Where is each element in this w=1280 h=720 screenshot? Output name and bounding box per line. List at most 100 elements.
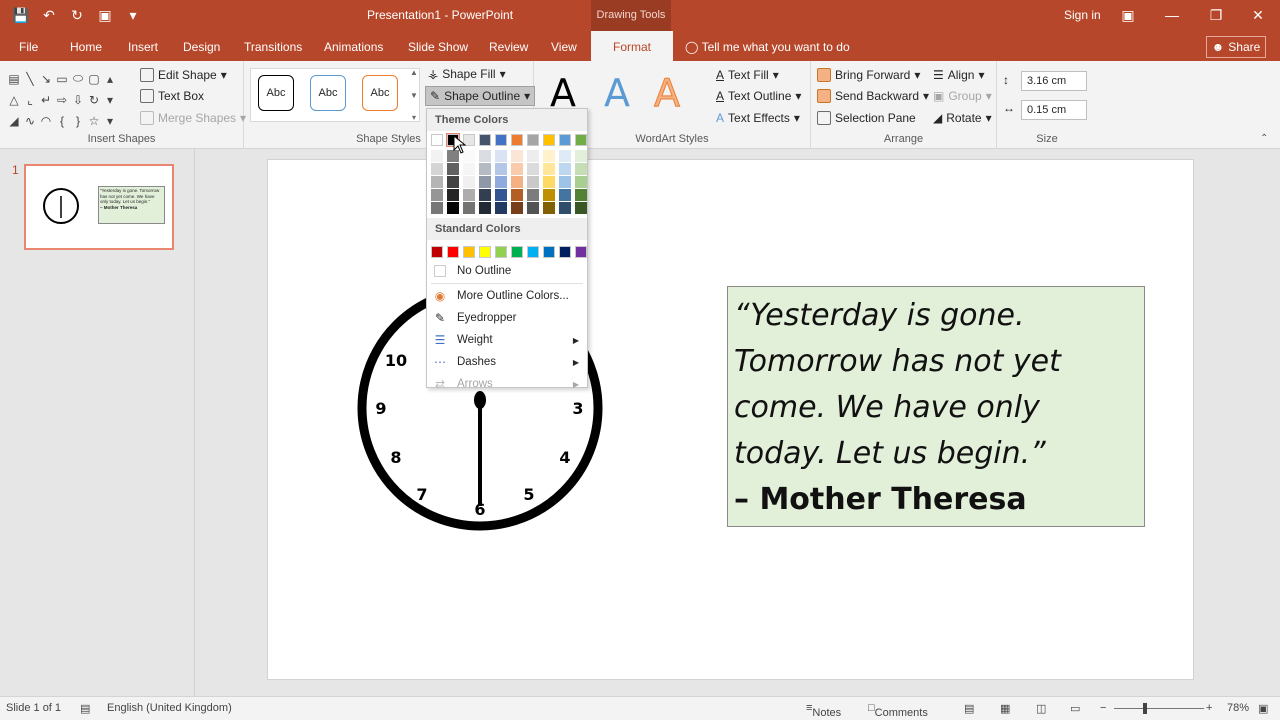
group-button[interactable]: ▣ Group ▾ [933,89,992,103]
zoom-slider-thumb[interactable] [1143,703,1147,714]
more-outline-colors-item[interactable]: ◉ More Outline Colors... [427,285,587,307]
theme-shade-swatch[interactable] [527,202,539,214]
text-box-button[interactable]: Text Box [140,89,204,103]
notes-button[interactable]: ≡ Notes [806,702,841,719]
shape-style-3[interactable]: Abc [362,75,398,111]
zoom-slider[interactable] [1114,708,1204,709]
shape-width-input[interactable]: 0.15 cm [1021,100,1087,120]
eyedropper-item[interactable]: ✎ Eyedropper [427,307,587,329]
line-shape-icon[interactable]: ╲ [22,68,38,89]
bring-forward-button[interactable]: Bring Forward ▾ [817,68,920,82]
slide-thumbnail[interactable]: “Yesterday is gone. Tomorrow has not yet… [24,164,174,250]
undo-icon[interactable]: ↶ [38,5,60,25]
theme-shade-swatch[interactable] [479,202,491,214]
gallery-more-icon[interactable]: ▾ [102,110,118,131]
tell-me-search[interactable]: ◯ Tell me what you want to do [685,40,850,54]
theme-shade-swatch[interactable] [479,189,491,201]
theme-shade-swatch[interactable] [527,176,539,188]
arrow-line-shape-icon[interactable]: ↘ [38,68,54,89]
weight-item[interactable]: ☰ Weight ▶ [427,329,587,351]
theme-shade-swatch[interactable] [527,163,539,175]
standard-color-light-blue[interactable] [527,246,539,258]
customize-qat-icon[interactable]: ▾ [122,5,144,25]
theme-shade-swatch[interactable] [431,150,443,162]
theme-shade-swatch[interactable] [447,176,459,188]
standard-color-blue[interactable] [543,246,555,258]
theme-shade-swatch[interactable] [511,176,523,188]
restore-icon[interactable]: ❐ [1196,4,1236,26]
shapes-gallery[interactable]: ▤ ╲ ↘ ▭ ⬭ ▢ ▴ △ ⌞ ↵ ⇨ ⇩ ↻ ▾ ◢ ∿ ◠ { } ☆ … [6,68,118,131]
theme-shade-swatch[interactable] [463,176,475,188]
theme-color-light-blue[interactable] [559,134,571,146]
align-button[interactable]: ☰ Align ▾ [933,68,984,82]
theme-color-white[interactable] [431,134,443,146]
theme-shade-swatch[interactable] [479,176,491,188]
theme-color-blue-gray[interactable] [479,134,491,146]
standard-color-purple[interactable] [575,246,587,258]
theme-shade-swatch[interactable] [543,150,555,162]
down-arrow-shape-icon[interactable]: ⇩ [70,89,86,110]
theme-shade-swatch[interactable] [431,163,443,175]
theme-shade-swatch[interactable] [479,150,491,162]
text-effects-button[interactable]: A Text Effects ▾ [716,111,800,125]
tab-insert[interactable]: Insert [128,40,158,54]
shape-outline-button[interactable]: ✎ Shape Outline ▾ [425,86,536,106]
language-indicator[interactable]: English (United Kingdom) [107,702,232,714]
start-from-beginning-icon[interactable]: ▣ [94,5,116,25]
theme-shade-swatch[interactable] [431,202,443,214]
connector-shape-icon[interactable]: ↵ [38,89,54,110]
theme-shade-swatch[interactable] [527,150,539,162]
share-button[interactable]: ☻ Share [1206,36,1266,58]
ribbon-display-options-icon[interactable]: ▣ [1108,4,1148,26]
theme-color-orange[interactable] [511,134,523,146]
theme-shade-swatch[interactable] [575,150,587,162]
theme-shade-swatch[interactable] [511,163,523,175]
shape-fill-button[interactable]: ⚶ Shape Fill ▾ [428,67,506,81]
tab-home[interactable]: Home [70,40,102,54]
theme-shade-swatch[interactable] [575,163,587,175]
theme-shade-swatch[interactable] [559,150,571,162]
wordart-style-orange[interactable]: A [654,71,681,116]
slide-sorter-icon[interactable]: ▦ [1000,702,1010,715]
theme-color-silver[interactable] [527,134,539,146]
left-brace-shape-icon[interactable]: { [54,110,70,131]
zoom-out-icon[interactable]: − [1100,702,1106,714]
gallery-scroll-up-icon[interactable]: ▴ [102,68,118,89]
squiggle-shape-icon[interactable]: ∿ [22,110,38,131]
standard-color-green[interactable] [511,246,523,258]
shape-height-input[interactable]: 3.16 cm [1021,71,1087,91]
text-outline-button[interactable]: A Text Outline ▾ [716,89,801,103]
theme-shade-swatch[interactable] [575,202,587,214]
no-outline-item[interactable]: No Outline [427,260,587,282]
tab-file[interactable]: File [19,40,38,54]
theme-color-blue[interactable] [495,134,507,146]
theme-shade-swatch[interactable] [495,189,507,201]
edit-shape-button[interactable]: Edit Shape ▾ [140,68,227,82]
theme-shade-swatch[interactable] [543,163,555,175]
theme-shade-swatch[interactable] [543,189,555,201]
collapse-ribbon-icon[interactable]: ⌃ [1260,133,1268,144]
slide-show-icon[interactable]: ▭ [1070,702,1080,715]
shape-style-1[interactable]: Abc [258,75,294,111]
save-icon[interactable]: 💾 [10,5,32,25]
zoom-level[interactable]: 78% [1227,702,1249,714]
theme-shade-swatch[interactable] [447,163,459,175]
theme-shade-swatch[interactable] [559,176,571,188]
slide-canvas[interactable]: 7 8 9 10 3 4 5 6 “Yesterday is gone. Tom… [267,159,1194,680]
theme-shade-swatch[interactable] [447,189,459,201]
standard-color-dark-blue[interactable] [559,246,571,258]
tab-review[interactable]: Review [489,40,528,54]
theme-shade-swatch[interactable] [495,202,507,214]
gallery-scroll-down-icon[interactable]: ▾ [102,89,118,110]
dashes-item[interactable]: ⋯ Dashes ▶ [427,351,587,373]
tab-transitions[interactable]: Transitions [244,40,302,54]
curved-arrow-shape-icon[interactable]: ↻ [86,89,102,110]
shape-styles-scroll[interactable]: ▲ ▼ ▾ [408,68,420,122]
zoom-in-icon[interactable]: + [1206,702,1212,714]
theme-shade-swatch[interactable] [575,176,587,188]
standard-color-yellow[interactable] [479,246,491,258]
theme-shade-swatch[interactable] [543,202,555,214]
theme-shade-swatch[interactable] [479,163,491,175]
tab-design[interactable]: Design [183,40,220,54]
theme-shade-swatch[interactable] [495,150,507,162]
